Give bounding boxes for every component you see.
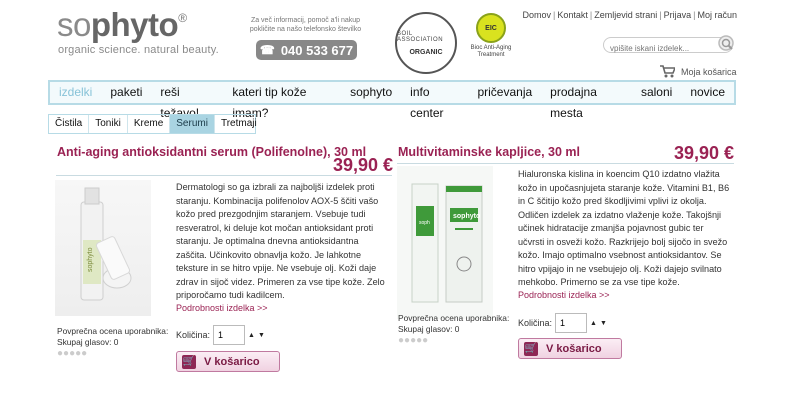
eic-seal: EIC [476,13,506,43]
registered-mark: ® [178,11,187,25]
seal-center-text: ORGANIC [409,48,443,56]
tab-kreme[interactable]: Kreme [128,115,171,133]
category-tabs: Čistila Toniki Kreme Serumi Tretmaji [48,114,257,134]
top-links: Domov | Kontakt | Zemljevid strani | Prijava | M… [522,10,737,20]
seal-ring-text: SOIL ASSOCIATION [397,30,444,43]
serum-bottle-icon: sophyto [80,187,132,301]
link-contact[interactable]: Kontakt [557,10,588,20]
product-image[interactable]: soph sophyto [397,166,493,319]
phone-badge: ☎ 040 533 677 [256,40,357,60]
link-account[interactable]: Moj račun [697,10,737,20]
add-to-cart-button[interactable]: 🛒 V košarico [518,338,622,359]
logo-light: so [57,6,91,43]
nav-item-tip-koze[interactable]: kateri tip kože imam? [223,82,341,120]
svg-text:soph: soph [419,220,430,226]
nav-item-novice[interactable]: novice [681,82,734,103]
nav-item-info-center[interactable]: info center [401,82,468,120]
tab-tretmaji[interactable]: Tretmaji [215,115,263,133]
rating-label: Povprečna ocena uporabnika: [57,326,169,336]
quantity-row: Količina: ▲ ▼ [176,325,265,345]
quantity-down-icon[interactable]: ▼ [258,332,265,339]
nav-item-sophyto[interactable]: sophyto [341,82,401,103]
tab-serumi[interactable]: Serumi [170,115,215,133]
add-to-cart-button[interactable]: 🛒 V košarico [176,351,280,372]
svg-text:sophyto: sophyto [87,247,94,272]
product-title[interactable]: Multivitaminske kapljice, 30 ml [398,145,580,159]
quantity-down-icon[interactable]: ▼ [600,320,607,327]
nav-item-paketi[interactable]: paketi [101,82,151,103]
quantity-up-icon[interactable]: ▲ [248,332,255,339]
eic-seal-caption: Bioc Anti-Aging Treatment [470,45,512,59]
quantity-input[interactable] [213,325,246,345]
product-description: Hialuronska kislina in koencim Q10 izdat… [518,169,730,287]
tab-cistila[interactable]: Čistila [49,115,90,133]
eic-seal-text: EIC [485,24,497,32]
cart-icon [660,65,675,78]
votes-count: Skupaj glasov: 0 [57,337,119,347]
product-price: 39,90 € [333,155,394,175]
quantity-row: Količina: ▲ ▼ [518,313,607,333]
nav-item-pricevanja[interactable]: pričevanja [468,82,541,103]
organic-seal: SOIL ASSOCIATION ORGANIC [395,12,457,74]
rating-block: Povprečna ocena uporabnika: Skupaj glaso… [398,313,509,346]
cart-link[interactable]: Moja košarica [660,65,737,78]
search-input[interactable] [610,41,718,56]
product-details-link[interactable]: Podrobnosti izdelka >> [176,303,268,313]
rating-stars[interactable]: ●●●●● [57,348,168,359]
rating-stars[interactable]: ●●●●● [398,335,509,346]
nav-item-resi-tezavo[interactable]: reši težavo! [151,82,223,120]
product-title[interactable]: Anti-aging antioksidantni serum (Polifen… [57,145,366,159]
nav-item-prodajna-mesta[interactable]: prodajna mesta [541,82,632,120]
product-divider [56,175,392,176]
cart-label: Moja košarica [681,66,737,77]
add-to-cart-label: V košarico [546,342,602,355]
tab-toniki[interactable]: Toniki [89,115,128,133]
cart-icon: 🛒 [524,341,538,356]
quantity-up-icon[interactable]: ▲ [590,320,597,327]
svg-text:sophyto: sophyto [453,213,480,220]
cart-icon: 🛒 [182,354,196,369]
add-to-cart-label: V košarico [204,355,260,368]
quantity-label: Količina: [176,330,211,340]
link-sitemap[interactable]: Zemljevid strani [594,10,657,20]
quantity-input[interactable] [555,313,588,333]
search-icon[interactable] [717,34,737,54]
rating-label: Povprečna ocena uporabnika: [398,313,510,323]
contact-info: Za več informacij, pomoč a'li nakup pokl… [249,17,362,34]
search-box [603,37,733,56]
quantity-label: Količina: [518,318,553,328]
product-divider [397,163,734,164]
product-price: 39,90 € [674,143,735,163]
nav-item-saloni[interactable]: saloni [632,82,681,103]
phone-number: 040 533 677 [280,42,354,58]
dropper-box-icon: soph sophyto [411,183,483,303]
link-login[interactable]: Prijava [664,10,692,20]
product-description: Dermatologi so ga izbrali za najboljši i… [176,182,385,300]
link-home[interactable]: Domov [523,10,552,20]
nav-item-izdelki[interactable]: izdelki [50,82,101,103]
logo-bold: phyto [90,6,179,43]
votes-count: Skupaj glasov: 0 [398,324,460,334]
product-details-link[interactable]: Podrobnosti izdelka >> [518,290,610,300]
phone-icon: ☎ [259,43,275,57]
product-image[interactable]: sophyto [55,180,151,316]
main-nav: izdelki paketi reši težavo! kateri tip k… [48,80,736,120]
logo[interactable]: sophyto® [57,8,187,41]
tagline: organic science. natural beauty. [58,44,219,56]
rating-block: Povprečna ocena uporabnika: Skupaj glaso… [57,326,168,359]
